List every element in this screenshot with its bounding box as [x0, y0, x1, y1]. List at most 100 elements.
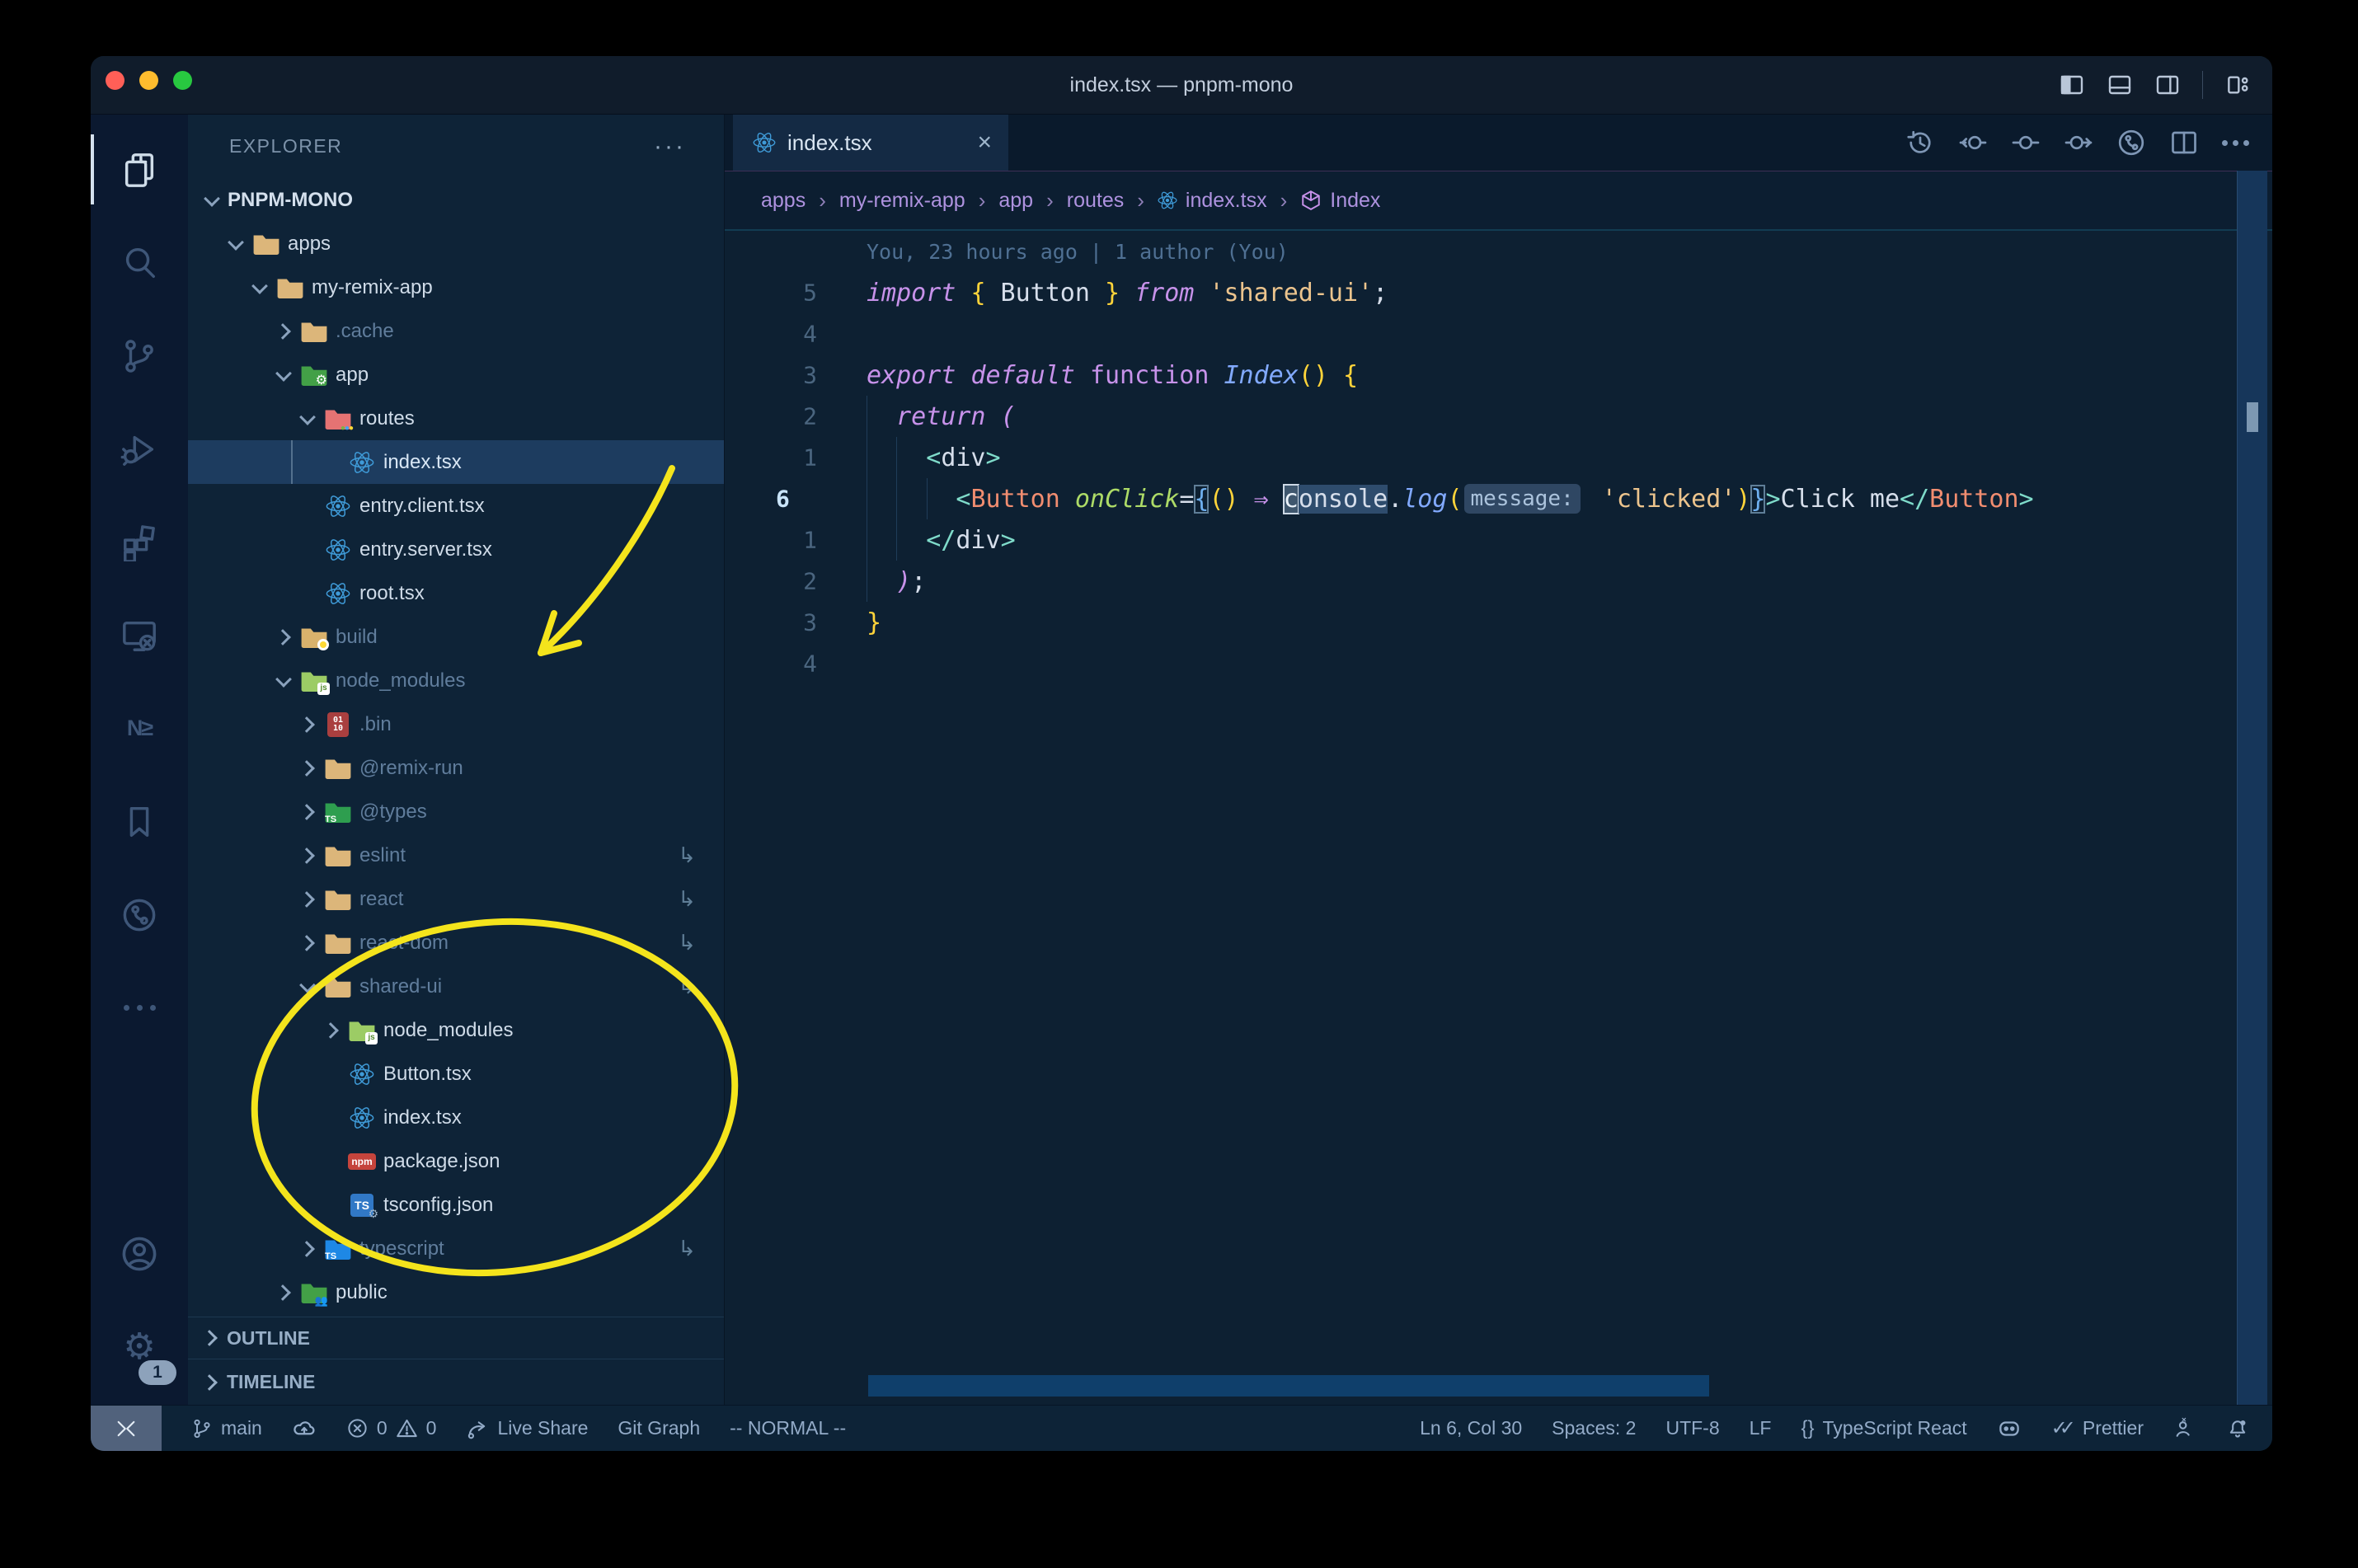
customize-layout-icon[interactable] [2224, 72, 2251, 98]
status-git-graph[interactable]: Git Graph [618, 1417, 700, 1439]
gitlens-blame-annotation: You, 23 hours ago | 1 author (You) [867, 239, 1289, 264]
more-views-icon[interactable] [91, 961, 188, 1054]
folder-tan-icon [320, 931, 356, 955]
explorer-more-actions-icon[interactable]: ··· [654, 134, 686, 158]
tree-item-index-tsx[interactable]: index.tsx [188, 440, 724, 484]
code-line[interactable]: 2 ); [725, 561, 2272, 602]
tree-item-react[interactable]: react ↳ [188, 877, 724, 921]
tree-item-root-tsx[interactable]: root.tsx [188, 571, 724, 615]
tree-item-types[interactable]: TS @types [188, 790, 724, 833]
remote-explorer-icon[interactable] [91, 589, 188, 682]
code-line[interactable]: 4 [725, 313, 2272, 354]
code-line[interactable]: 1 </div > [725, 519, 2272, 561]
code-line[interactable]: 2 return ( [725, 396, 2272, 437]
next-change-icon[interactable] [2064, 128, 2093, 157]
tree-item-package-json[interactable]: npm package.json [188, 1139, 724, 1183]
status-git-branch[interactable]: main [191, 1417, 262, 1439]
code-token: . [1388, 484, 1403, 514]
tree-item-pnpm-mono[interactable]: PNPM-MONO [188, 178, 724, 222]
tree-item-node-modules[interactable]: js node_modules [188, 659, 724, 702]
gitlens-icon[interactable] [91, 868, 188, 961]
tree-item-button-tsx[interactable]: Button.tsx [188, 1052, 724, 1096]
nx-console-icon[interactable]: N≥ [91, 682, 188, 775]
tree-item-my-remix-app[interactable]: my-remix-app [188, 265, 724, 309]
code-line[interactable]: 5 import { Button } from 'shared-ui'; [725, 272, 2272, 313]
status-feedback[interactable] [2173, 1417, 2196, 1440]
tree-item-typescript[interactable]: TS typescript ↳ [188, 1227, 724, 1270]
explorer-icon[interactable] [91, 123, 188, 216]
code-token: export [867, 360, 956, 390]
close-tab-icon[interactable]: × [977, 129, 992, 157]
code-line[interactable]: 6 < Button onClick ={() ⇒ c onsole. log(mess… [725, 478, 2272, 519]
change-icon[interactable] [2011, 128, 2041, 157]
tree-item-bin[interactable]: 01 10 .bin [188, 702, 724, 746]
horizontal-scrollbar[interactable] [868, 1375, 1709, 1397]
timeline-section[interactable]: TIMELINE [188, 1359, 724, 1405]
extensions-icon[interactable] [91, 495, 188, 589]
code-line[interactable]: 3} [725, 602, 2272, 643]
breadcrumb-item-app[interactable]: app [998, 189, 1033, 213]
code-line[interactable]: 4 [725, 643, 2272, 684]
code-editor[interactable]: You, 23 hours ago | 1 author (You) 5 impor… [725, 229, 2272, 1405]
run-debug-icon[interactable] [91, 402, 188, 495]
breadcrumb-item-my-remix-app[interactable]: my-remix-app [839, 189, 965, 213]
outline-section[interactable]: OUTLINE [188, 1317, 724, 1359]
status-notifications[interactable] [2226, 1417, 2249, 1440]
tree-item-eslint[interactable]: eslint ↳ [188, 833, 724, 877]
more-actions-icon[interactable] [2222, 139, 2249, 146]
status-live-share[interactable]: Live Share [466, 1417, 588, 1440]
tree-item-entry-server-tsx[interactable]: entry.server.tsx [188, 528, 724, 571]
previous-change-icon[interactable] [1958, 128, 1988, 157]
status-vim-mode[interactable]: -- NORMAL -- [730, 1417, 846, 1439]
status-eol[interactable]: LF [1750, 1417, 1772, 1439]
vertical-scrollbar[interactable] [2237, 171, 2267, 1405]
status-prettier[interactable]: ✓✓ Prettier [2051, 1416, 2144, 1440]
tree-item-remix-run[interactable]: @remix-run [188, 746, 724, 790]
source-control-icon[interactable] [91, 309, 188, 402]
code-line[interactable]: You, 23 hours ago | 1 author (You) [725, 231, 2272, 272]
gitlens-circle-icon[interactable] [2116, 128, 2146, 157]
history-icon[interactable] [1905, 128, 1935, 157]
status-copilot[interactable] [1997, 1416, 2022, 1441]
toggle-secondary-sidebar-icon[interactable] [2154, 72, 2181, 98]
tree-item-tsconfig-json[interactable]: TS ⚙ tsconfig.json [188, 1183, 724, 1227]
tree-item-app[interactable]: ⚙ app [188, 353, 724, 397]
split-editor-icon[interactable] [2169, 128, 2199, 157]
code-line[interactable]: 1 < div > [725, 437, 2272, 478]
status-cursor-position[interactable]: Ln 6, Col 30 [1420, 1417, 1522, 1439]
account-icon[interactable] [91, 1207, 188, 1300]
tree-item-entry-client-tsx[interactable]: entry.client.tsx [188, 484, 724, 528]
tree-item-apps[interactable]: apps [188, 222, 724, 265]
tree-item-node-modules[interactable]: js node_modules [188, 1008, 724, 1052]
toggle-primary-sidebar-icon[interactable] [2059, 72, 2085, 98]
tree-item-public[interactable]: 👥 public [188, 1270, 724, 1314]
bookmarks-icon[interactable] [91, 775, 188, 868]
status-sync-cloud[interactable] [292, 1416, 317, 1441]
breadcrumb-item-index-tsx[interactable]: index.tsx [1158, 189, 1267, 213]
tree-item-build[interactable]: build [188, 615, 724, 659]
settings-gear-icon[interactable]: ⚙ 1 [91, 1300, 188, 1393]
toggle-panel-icon[interactable] [2107, 72, 2133, 98]
tree-item-routes[interactable]: ●●● routes [188, 397, 724, 440]
breadcrumb-item-index[interactable]: Index [1300, 189, 1380, 213]
status-problems[interactable]: 00 [346, 1417, 436, 1439]
breadcrumb-item-apps[interactable]: apps [761, 189, 806, 213]
tree-item-react-dom[interactable]: react-dom ↳ [188, 921, 724, 965]
tree-item-shared-ui[interactable]: shared-ui ↳ [188, 965, 724, 1008]
status-language-mode[interactable]: {} TypeScript React [1801, 1417, 1966, 1440]
tree-item-label: root.tsx [359, 581, 425, 604]
status-indentation[interactable]: Spaces: 2 [1552, 1417, 1636, 1439]
search-icon[interactable] [91, 216, 188, 309]
tree-item-cache[interactable]: .cache [188, 309, 724, 353]
status-remote-indicator[interactable] [91, 1406, 162, 1451]
explorer-sidebar: EXPLORER ··· PNPM-MONO apps my-remix-app .c… [188, 115, 725, 1405]
tab-index-tsx[interactable]: index.tsx × [733, 115, 1008, 171]
code-line[interactable]: 3 export default function Index() { [725, 354, 2272, 396]
scrollbar-thumb[interactable] [2247, 402, 2258, 432]
breadcrumb-item-routes[interactable]: routes [1067, 189, 1124, 213]
tree-indent-guide [291, 440, 293, 484]
status-encoding[interactable]: UTF-8 [1665, 1417, 1719, 1439]
chevron-down-icon [247, 277, 272, 294]
tree-item-index-tsx[interactable]: index.tsx [188, 1096, 724, 1139]
